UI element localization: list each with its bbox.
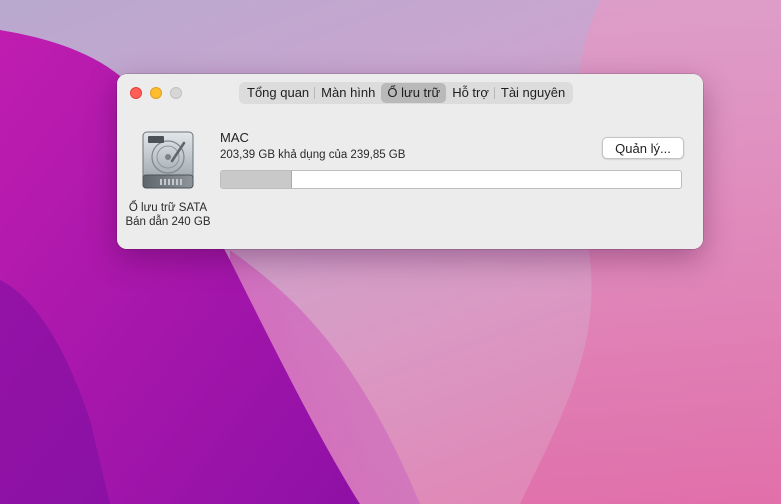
hard-drive-icon xyxy=(142,131,194,189)
tab-support[interactable]: Hỗ trợ xyxy=(446,83,495,103)
tab-displays[interactable]: Màn hình xyxy=(315,83,381,103)
storage-used-segment xyxy=(221,171,292,188)
volume-name: MAC xyxy=(220,130,249,145)
minimize-window-button[interactable] xyxy=(150,87,162,99)
close-window-button[interactable] xyxy=(130,87,142,99)
tab-overview[interactable]: Tổng quan xyxy=(241,83,316,103)
disk-caption: Ổ lưu trữ SATA Bán dẫn 240 GB xyxy=(117,201,219,229)
storage-panel: Ổ lưu trữ SATA Bán dẫn 240 GB MAC 203,39… xyxy=(117,112,703,249)
storage-usage-bar xyxy=(220,170,682,189)
volume-available-text: 203,39 GB khả dụng của 239,85 GB xyxy=(220,149,406,161)
tab-resources[interactable]: Tài nguyên xyxy=(495,83,571,103)
tab-bar: Tổng quan Màn hình Ổ lưu trữ Hỗ trợ Tài … xyxy=(239,82,574,104)
manage-button[interactable]: Quản lý... xyxy=(602,137,684,159)
disk-type-label: Ổ lưu trữ SATA xyxy=(128,202,208,214)
system-info-window: Tổng quan Màn hình Ổ lưu trữ Hỗ trợ Tài … xyxy=(117,74,703,249)
zoom-window-button[interactable] xyxy=(170,87,182,99)
disk-capacity-label: Bán dẫn 240 GB xyxy=(125,216,211,228)
window-titlebar[interactable]: Tổng quan Màn hình Ổ lưu trữ Hỗ trợ Tài … xyxy=(117,74,703,112)
tab-storage[interactable]: Ổ lưu trữ xyxy=(381,83,447,103)
